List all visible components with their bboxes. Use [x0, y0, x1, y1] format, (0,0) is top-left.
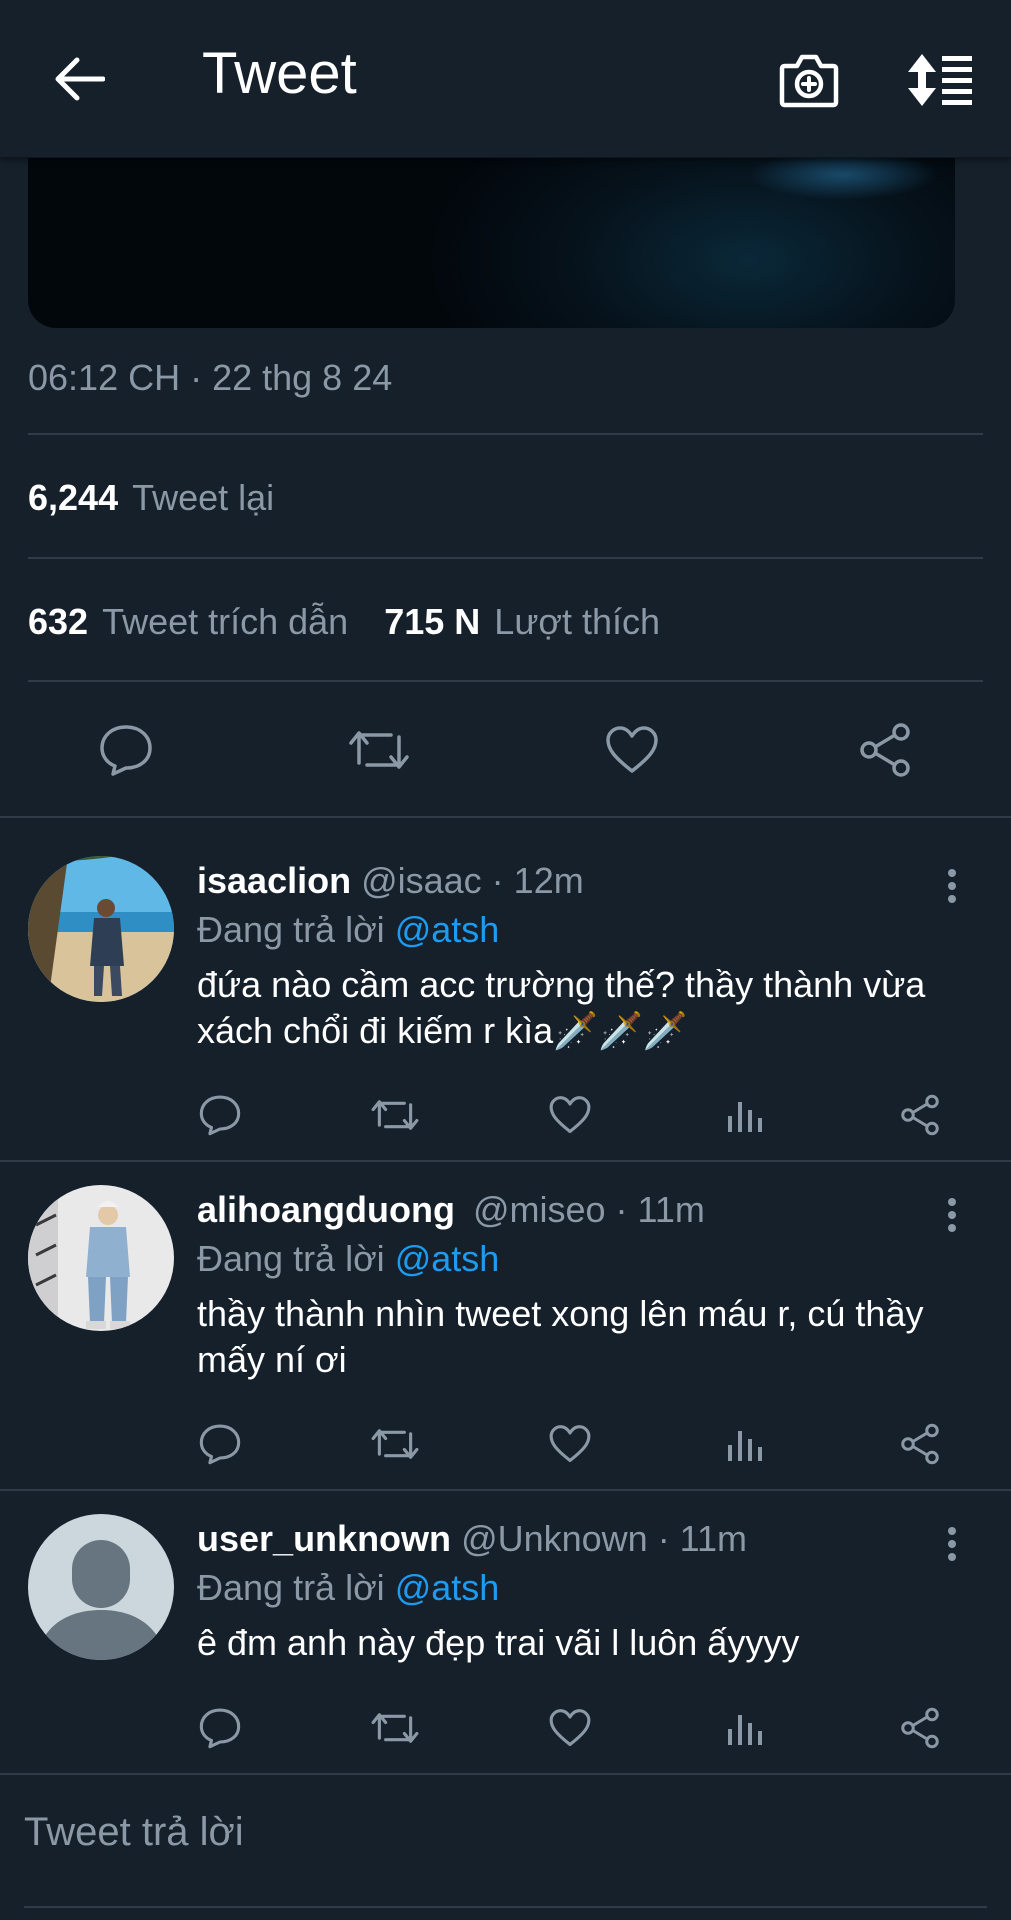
reply-meta: @Unknown · 11m: [461, 1518, 748, 1559]
mention-link[interactable]: @atsh: [395, 1238, 500, 1279]
share-button[interactable]: [890, 1414, 950, 1474]
camera-plus-icon: [779, 52, 839, 108]
replying-prefix: Đang trả lời: [197, 1238, 385, 1279]
reply-username[interactable]: isaaclion: [197, 860, 351, 901]
replying-to: Đang trả lời @atsh: [197, 1238, 499, 1280]
reply-action-bar: [0, 1698, 1011, 1758]
share-icon: [857, 722, 913, 778]
more-vertical-icon: [947, 1197, 957, 1233]
reply-meta: @miseo · 11m: [472, 1189, 705, 1230]
heart-icon: [604, 725, 660, 775]
like-button[interactable]: [540, 1698, 600, 1758]
avatar[interactable]: [28, 856, 174, 1002]
more-options-button[interactable]: [934, 1193, 970, 1237]
heart-icon: [548, 1708, 592, 1748]
reply-button[interactable]: [190, 1414, 250, 1474]
retweet-button[interactable]: [365, 1414, 425, 1474]
reply-username[interactable]: user_unknown: [197, 1518, 451, 1559]
reply-button[interactable]: [190, 1085, 250, 1145]
reply-item[interactable]: alihoangduong @miseo · 11m Đang trả lời …: [0, 1149, 1011, 1489]
composer-underline: [24, 1906, 987, 1908]
share-button[interactable]: [890, 1698, 950, 1758]
reply-text: ê đm anh này đẹp trai vãi l luôn ấyyyy: [197, 1622, 800, 1663]
retweet-icon: [347, 725, 411, 775]
page-title: Tweet: [202, 41, 357, 106]
reply-icon: [98, 723, 154, 777]
reply-header: isaaclion @isaac · 12m: [197, 860, 584, 902]
heart-icon: [548, 1424, 592, 1464]
default-avatar[interactable]: [28, 1514, 174, 1660]
divider: [28, 557, 983, 559]
like-button[interactable]: [540, 1085, 600, 1145]
bar-chart-icon: [726, 1096, 764, 1134]
share-icon: [899, 1094, 941, 1136]
reply-button[interactable]: [190, 1698, 250, 1758]
reply-button[interactable]: [86, 710, 166, 790]
camera-button[interactable]: [770, 44, 848, 116]
reply-text: thầy thành nhìn tweet xong lên máu r, cú…: [197, 1293, 924, 1380]
analytics-button[interactable]: [715, 1698, 775, 1758]
likes-label[interactable]: Lượt thích: [494, 601, 660, 643]
quotes-count[interactable]: 632: [28, 601, 88, 643]
reply-item[interactable]: isaaclion @isaac · 12m Đang trả lời @ats…: [0, 820, 1011, 1160]
replying-prefix: Đang trả lời: [197, 1567, 385, 1608]
bar-chart-icon: [726, 1709, 764, 1747]
bar-chart-icon: [726, 1425, 764, 1463]
more-options-button[interactable]: [934, 1522, 970, 1566]
like-button[interactable]: [540, 1414, 600, 1474]
avatar[interactable]: [28, 1185, 174, 1331]
retweets-stat[interactable]: 6,244 Tweet lại: [28, 477, 274, 519]
retweets-label: Tweet lại: [132, 477, 275, 518]
retweets-count: 6,244: [28, 477, 119, 518]
retweet-icon: [370, 1424, 420, 1464]
replying-prefix: Đang trả lời: [197, 909, 385, 950]
quotes-label[interactable]: Tweet trích dẫn: [102, 601, 348, 643]
more-vertical-icon: [947, 1526, 957, 1562]
sort-replies-button[interactable]: [900, 44, 982, 116]
arrow-left-icon: [53, 56, 105, 102]
reply-header: user_unknown @Unknown · 11m: [197, 1518, 747, 1560]
reply-icon: [198, 1423, 242, 1465]
reply-username[interactable]: alihoangduong: [197, 1189, 455, 1230]
retweet-icon: [370, 1708, 420, 1748]
reply-action-bar: [0, 1414, 1011, 1474]
sort-list-icon: [906, 52, 976, 108]
reply-action-bar: [0, 1085, 1011, 1145]
tweet-timestamp: 06:12 CH · 22 thg 8 24: [28, 357, 393, 398]
share-button[interactable]: [845, 710, 925, 790]
reply-header: alihoangduong @miseo · 11m: [197, 1189, 705, 1231]
mention-link[interactable]: @atsh: [395, 909, 500, 950]
reply-composer-input[interactable]: Tweet trả lời: [24, 1810, 244, 1855]
like-button[interactable]: [592, 710, 672, 790]
reply-icon: [198, 1094, 242, 1136]
tweet-action-bar: [0, 690, 1011, 806]
divider: [28, 433, 983, 435]
more-vertical-icon: [947, 868, 957, 904]
share-icon: [899, 1423, 941, 1465]
share-button[interactable]: [890, 1085, 950, 1145]
divider: [0, 1773, 1011, 1775]
heart-icon: [548, 1095, 592, 1135]
top-app-bar: Tweet: [0, 0, 1011, 158]
share-icon: [899, 1707, 941, 1749]
reply-text: đứa nào cầm acc trường thế? thầy thành v…: [197, 964, 926, 1051]
reply-meta: @isaac · 12m: [361, 860, 584, 901]
more-options-button[interactable]: [934, 864, 970, 908]
replying-to: Đang trả lời @atsh: [197, 909, 499, 951]
retweet-button[interactable]: [365, 1085, 425, 1145]
retweet-button[interactable]: [339, 710, 419, 790]
analytics-button[interactable]: [715, 1085, 775, 1145]
analytics-button[interactable]: [715, 1414, 775, 1474]
engagement-stats-row: 632 Tweet trích dẫn 715 N Lượt thích: [28, 601, 660, 643]
back-button[interactable]: [40, 44, 118, 114]
reply-icon: [198, 1707, 242, 1749]
divider: [0, 816, 1011, 818]
divider: [28, 680, 983, 682]
mention-link[interactable]: @atsh: [395, 1567, 500, 1608]
replying-to: Đang trả lời @atsh: [197, 1567, 499, 1609]
likes-count[interactable]: 715 N: [384, 601, 480, 643]
reply-item[interactable]: user_unknown @Unknown · 11m Đang trả lời…: [0, 1478, 1011, 1774]
retweet-button[interactable]: [365, 1698, 425, 1758]
retweet-icon: [370, 1095, 420, 1135]
